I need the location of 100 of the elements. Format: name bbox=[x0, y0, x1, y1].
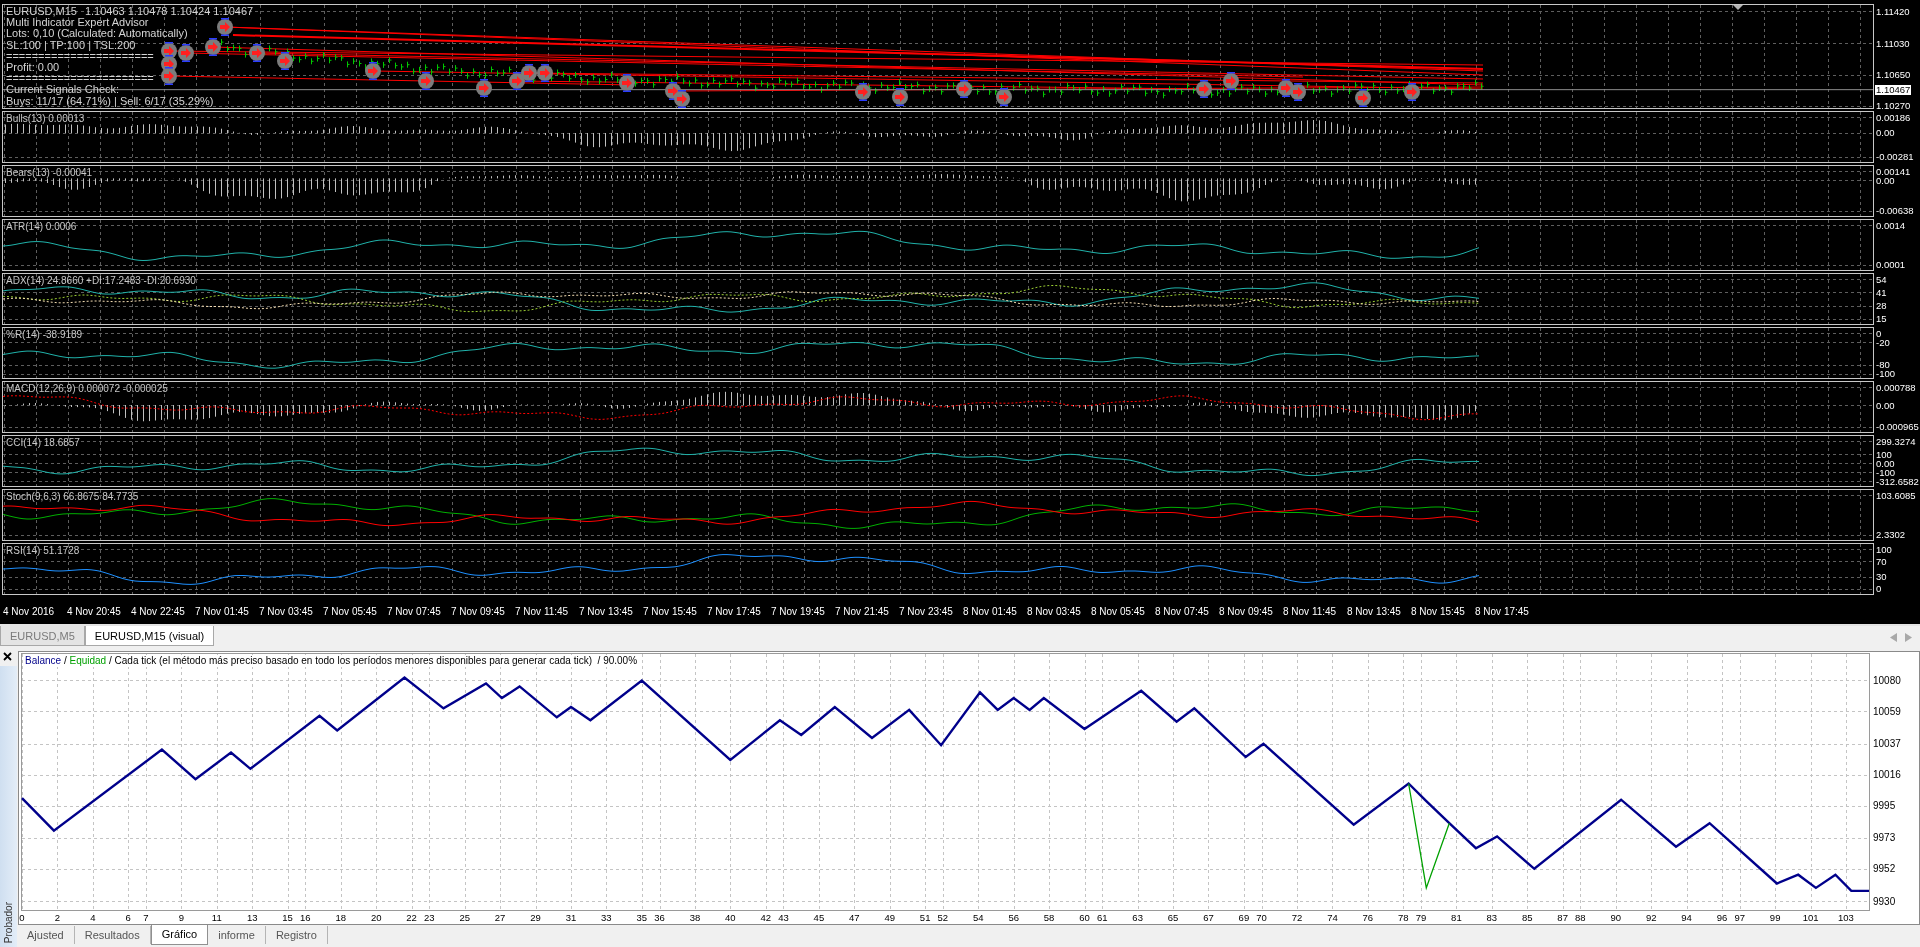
axis-label: 103 bbox=[1838, 912, 1854, 923]
axis-label: 9995 bbox=[1873, 800, 1896, 812]
axis-label: 103.6085 bbox=[1876, 490, 1916, 500]
comment-line: Current Signals Check: bbox=[6, 84, 120, 96]
indicator-label: ATR(14) 0.0006 bbox=[6, 221, 77, 232]
trade-marker-icon bbox=[1290, 83, 1306, 101]
indicator-label: %R(14) -38.9189 bbox=[6, 329, 83, 340]
axis-label: 16 bbox=[300, 912, 311, 923]
axis-label: 10016 bbox=[1873, 769, 1901, 781]
chart-tab[interactable]: EURUSD,M15 (visual) bbox=[84, 626, 215, 646]
axis-label: -80 bbox=[1876, 360, 1890, 370]
axis-label: 51 bbox=[919, 912, 931, 923]
trade-marker-icon bbox=[1196, 80, 1212, 98]
indicator-label: ADX(14) 24.8660 +DI:17.2483 -DI:20.6930 bbox=[6, 275, 196, 286]
axis-label: 22 bbox=[406, 912, 417, 923]
comment-line: Lots: 0,10 (Calculated: Automatically) bbox=[6, 28, 188, 40]
axis-label: 56 bbox=[1008, 912, 1019, 923]
axis-label: 9930 bbox=[1873, 895, 1896, 907]
chart-legend: Balance / Equidad / Cada tick (el método más preciso basado en todo los períodos menores disponibles para generar cada tick) / 90.00% bbox=[25, 655, 638, 667]
axis-label: 0.00 bbox=[1876, 128, 1895, 138]
axis-label: 1.11420 bbox=[1876, 6, 1910, 16]
axis-label: 31 bbox=[565, 912, 577, 923]
trade-marker-icon bbox=[1404, 83, 1420, 101]
indicator-label: Bulls(13) 0.00013 bbox=[6, 113, 85, 124]
scroll-right-icon[interactable] bbox=[1905, 633, 1912, 642]
axis-label: 99 bbox=[1769, 912, 1781, 923]
trade-marker-icon bbox=[509, 72, 525, 90]
time-label: 7 Nov 17:45 bbox=[707, 606, 761, 617]
axis-label: 40 bbox=[725, 912, 736, 923]
time-label: 4 Nov 2016 bbox=[3, 606, 55, 617]
axis-label: 1.11030 bbox=[1876, 38, 1910, 48]
trade-marker-icon bbox=[178, 44, 194, 62]
chart-tab[interactable]: EURUSD,M5 bbox=[0, 626, 85, 646]
axis-label: 4 bbox=[90, 912, 96, 923]
time-label: 7 Nov 19:45 bbox=[771, 606, 825, 617]
axis-label: 0.00 bbox=[1876, 458, 1895, 468]
axis-label: 54 bbox=[972, 912, 984, 923]
axis-label: 7 bbox=[143, 912, 149, 923]
axis-label: 0.000788 bbox=[1876, 382, 1916, 392]
axis-label: 1.10270 bbox=[1876, 101, 1911, 111]
time-label: 8 Nov 07:45 bbox=[1155, 606, 1209, 617]
axis-label: -20 bbox=[1876, 337, 1890, 347]
time-label: 8 Nov 03:45 bbox=[1027, 606, 1081, 617]
axis-label: 36 bbox=[654, 912, 665, 923]
tester-tab[interactable]: Resultados bbox=[74, 926, 151, 944]
axis-label: -100 bbox=[1876, 369, 1895, 379]
axis-label: 49 bbox=[884, 912, 895, 923]
axis-label: 97 bbox=[1734, 912, 1745, 923]
indicator-label: MACD(12,26,9) 0.000072 -0.000025 bbox=[6, 383, 168, 394]
tester-tab[interactable]: informe bbox=[208, 926, 266, 944]
axis-label: 74 bbox=[1327, 912, 1338, 923]
trade-marker-icon bbox=[674, 90, 690, 108]
tester-tab[interactable]: Gráfico bbox=[150, 925, 209, 945]
time-label: 7 Nov 11:45 bbox=[515, 606, 569, 617]
time-label: 7 Nov 23:45 bbox=[899, 606, 953, 617]
trade-marker-icon bbox=[1223, 72, 1239, 90]
axis-label: 27 bbox=[494, 912, 506, 923]
axis-label: 96 bbox=[1716, 912, 1728, 923]
axis-label: 23 bbox=[424, 912, 435, 923]
axis-label: 2.3302 bbox=[1876, 530, 1906, 540]
axis-label: 70 bbox=[1876, 556, 1887, 566]
scroll-left-icon[interactable] bbox=[1890, 633, 1897, 642]
axis-label: 30 bbox=[1876, 572, 1887, 582]
axis-label: 101 bbox=[1802, 912, 1819, 923]
axis-label: 0 bbox=[1876, 584, 1882, 594]
close-icon[interactable] bbox=[3, 652, 12, 661]
axis-label: 52 bbox=[937, 912, 949, 923]
tester-tab[interactable]: Ajusted bbox=[17, 926, 75, 944]
panel-title: Probador bbox=[2, 901, 15, 943]
axis-label: 10037 bbox=[1873, 738, 1901, 750]
axis-label: 6 bbox=[125, 912, 131, 923]
axis-label: 90 bbox=[1610, 912, 1622, 923]
trade-marker-icon bbox=[365, 62, 381, 80]
axis-label: 60 bbox=[1079, 912, 1090, 923]
axis-label: 87 bbox=[1557, 912, 1568, 923]
ohlc-values: 1.10463 1.10478 1.10424 1.10467 bbox=[84, 6, 254, 18]
tester-tab[interactable]: Registro bbox=[265, 926, 328, 944]
axis-label: 76 bbox=[1362, 912, 1374, 923]
indicator-label: Bears(13) -0.00041 bbox=[6, 167, 93, 178]
trade-marker-icon bbox=[161, 67, 177, 85]
axis-label: 0.00141 bbox=[1876, 166, 1911, 176]
trade-marker-icon bbox=[996, 88, 1012, 106]
axis-label: 0.00 bbox=[1876, 400, 1895, 410]
indicator-label: CCI(14) 18.6857 bbox=[6, 437, 80, 448]
axis-label: 47 bbox=[849, 912, 860, 923]
time-label: 7 Nov 13:45 bbox=[579, 606, 633, 617]
axis-label: 94 bbox=[1681, 912, 1692, 923]
comment-line: Multi Indicator Expert Advisor bbox=[6, 17, 149, 29]
time-label: 8 Nov 11:45 bbox=[1283, 606, 1337, 617]
symbol-label: EURUSD,M15 bbox=[6, 6, 77, 18]
axis-label: -0.000965 bbox=[1876, 422, 1919, 432]
time-label: 7 Nov 15:45 bbox=[643, 606, 697, 617]
axis-label: 70 bbox=[1256, 912, 1267, 923]
time-label: 8 Nov 17:45 bbox=[1475, 606, 1529, 617]
axis-label: 0.00 bbox=[1876, 175, 1895, 185]
trade-marker-icon bbox=[277, 52, 293, 70]
axis-label: 88 bbox=[1575, 912, 1586, 923]
axis-label: 25 bbox=[459, 912, 470, 923]
trade-marker-icon bbox=[537, 64, 553, 82]
axis-label: -0.00281 bbox=[1876, 152, 1914, 162]
